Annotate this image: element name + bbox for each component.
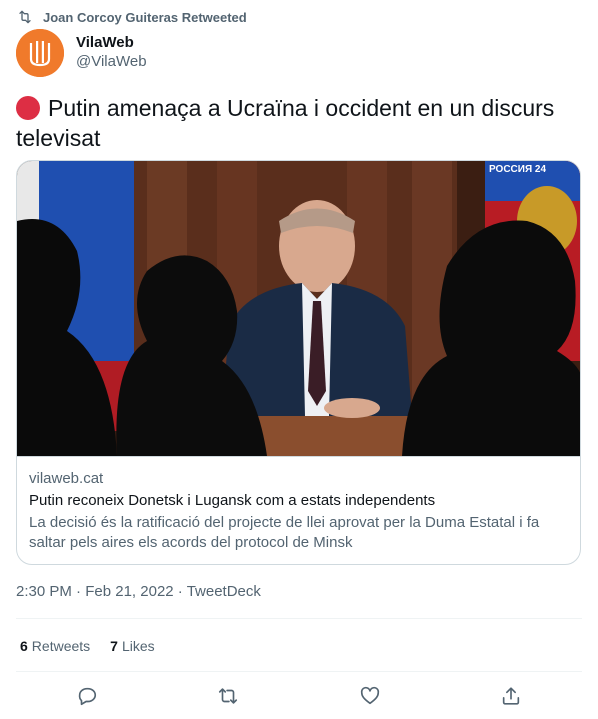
tweet-text: Putin amenaça a Ucraïna i occident en un… bbox=[16, 93, 586, 153]
retweet-icon bbox=[19, 10, 31, 24]
card-body: vilaweb.cat Putin reconeix Donetsk i Lug… bbox=[17, 456, 580, 553]
likes-label: Likes bbox=[121, 638, 155, 654]
reply-button[interactable] bbox=[70, 679, 104, 713]
retweets-stat[interactable]: 6 Retweets bbox=[20, 636, 90, 656]
author-handle[interactable]: @VilaWeb bbox=[76, 52, 147, 72]
tweet-date[interactable]: Feb 21, 2022 bbox=[85, 583, 173, 600]
retweet-context[interactable]: Joan Corcoy Guiteras Retweeted bbox=[17, 8, 247, 26]
like-button[interactable] bbox=[353, 679, 387, 713]
tweet-actions bbox=[16, 680, 582, 712]
retweets-count: 6 bbox=[20, 638, 28, 654]
link-card[interactable]: РОССИЯ 24 vilaweb.cat Putin reconeix Don… bbox=[16, 160, 581, 565]
tweet-source[interactable]: TweetDeck bbox=[187, 583, 261, 600]
retweet-icon bbox=[219, 688, 238, 704]
retweets-label: Retweets bbox=[31, 638, 91, 654]
share-icon bbox=[503, 687, 520, 705]
avatar[interactable] bbox=[16, 29, 64, 77]
tweet-text-content: Putin amenaça a Ucraïna i occident en un… bbox=[16, 95, 555, 151]
tweet-time[interactable]: 2:30 PM bbox=[16, 583, 72, 600]
like-icon bbox=[360, 686, 379, 705]
divider bbox=[16, 671, 582, 672]
author-block[interactable]: VilaWeb @VilaWeb bbox=[76, 34, 147, 72]
retweet-button[interactable] bbox=[211, 679, 245, 713]
card-description: La decisió és la ratificació del project… bbox=[29, 514, 540, 551]
image-badge: РОССИЯ 24 bbox=[489, 164, 546, 175]
card-title: Putin reconeix Donetsk i Lugansk com a e… bbox=[29, 492, 436, 509]
tweet-stats: 6 Retweets 7 Likes bbox=[20, 636, 175, 656]
divider bbox=[16, 618, 582, 619]
likes-count: 7 bbox=[110, 638, 118, 654]
card-image[interactable]: РОССИЯ 24 bbox=[17, 161, 581, 456]
vilaweb-logo-icon bbox=[16, 29, 64, 77]
share-button[interactable] bbox=[494, 679, 528, 713]
author-name[interactable]: VilaWeb bbox=[76, 34, 147, 52]
tweet-meta: 2:30 PM · Feb 21, 2022 · TweetDeck bbox=[16, 582, 261, 602]
reply-icon bbox=[78, 687, 96, 706]
card-domain: vilaweb.cat bbox=[29, 470, 104, 487]
red-circle-icon bbox=[16, 96, 40, 120]
likes-stat[interactable]: 7 Likes bbox=[110, 636, 154, 656]
retweet-context-text: Joan Corcoy Guiteras Retweeted bbox=[43, 9, 247, 25]
